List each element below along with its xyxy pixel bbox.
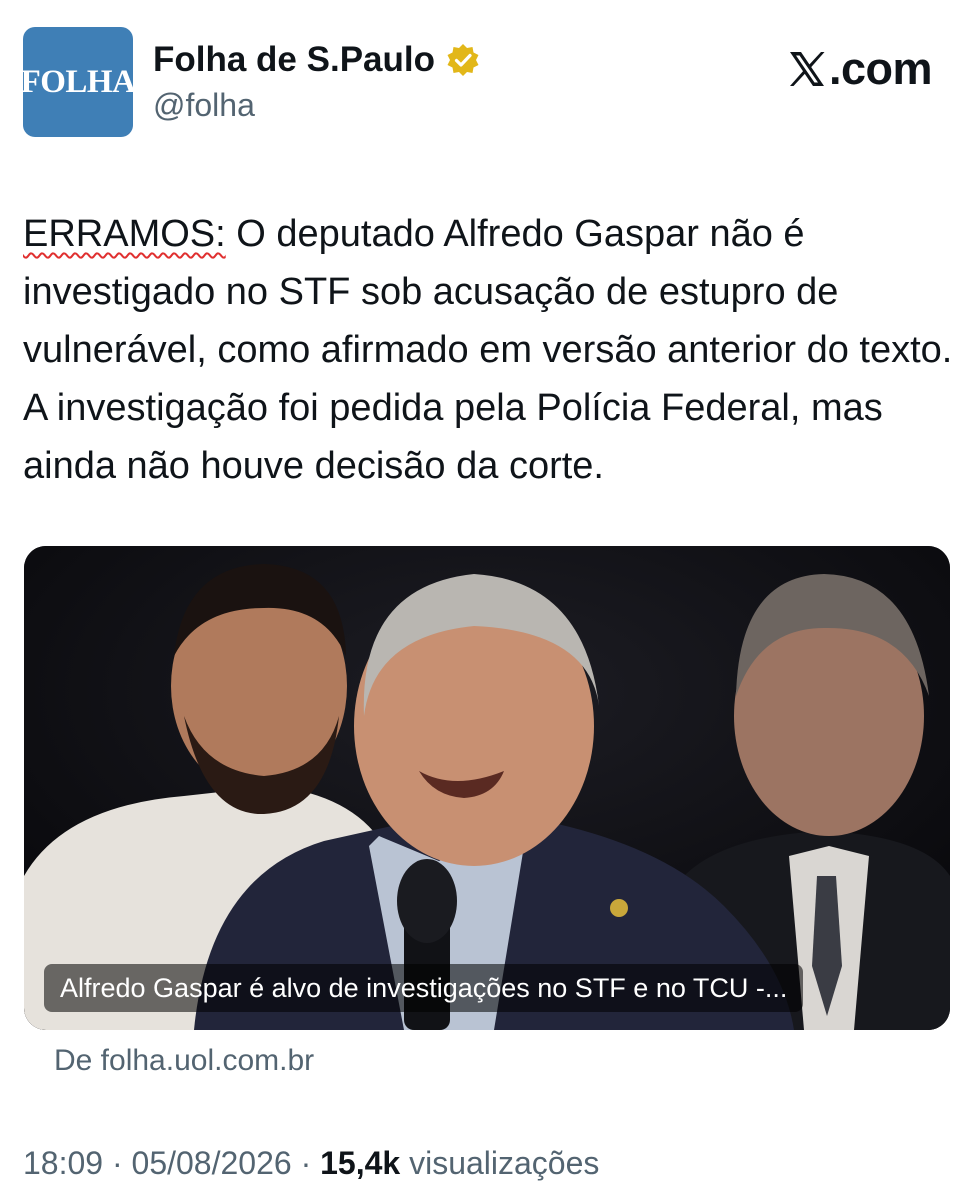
- account-name[interactable]: Folha de S.Paulo: [153, 38, 435, 82]
- avatar-logo-text: FOLHA: [23, 63, 133, 100]
- link-preview-title[interactable]: Alfredo Gaspar é alvo de investigações n…: [44, 964, 804, 1012]
- avatar[interactable]: FOLHA: [23, 27, 133, 137]
- x-com-watermark: .com: [787, 43, 933, 94]
- tweet-time[interactable]: 18:09: [23, 1145, 103, 1181]
- link-preview-card[interactable]: Alfredo Gaspar é alvo de investigações n…: [24, 546, 950, 1030]
- x-logo-icon: [787, 49, 827, 89]
- meta-separator: ·: [291, 1145, 321, 1181]
- views-label: visualizações: [409, 1145, 600, 1181]
- verified-badge-icon: [445, 42, 481, 78]
- x-com-text: .com: [828, 43, 933, 94]
- news-photo: [24, 546, 950, 1030]
- correction-label: ERRAMOS:: [23, 213, 226, 255]
- tweet-text: ERRAMOS: O deputado Alfredo Gaspar não é…: [23, 205, 958, 495]
- account-handle[interactable]: @folha: [153, 84, 255, 126]
- link-source[interactable]: De folha.uol.com.br: [54, 1040, 314, 1082]
- views-count[interactable]: 15,4k: [320, 1145, 400, 1181]
- meta-separator: ·: [103, 1145, 132, 1181]
- account-name-row[interactable]: Folha de S.Paulo: [153, 38, 481, 82]
- tweet-metadata: 18:09 · 05/08/2026 · 15,4k visualizações: [23, 1141, 599, 1185]
- tweet-date[interactable]: 05/08/2026: [132, 1145, 292, 1181]
